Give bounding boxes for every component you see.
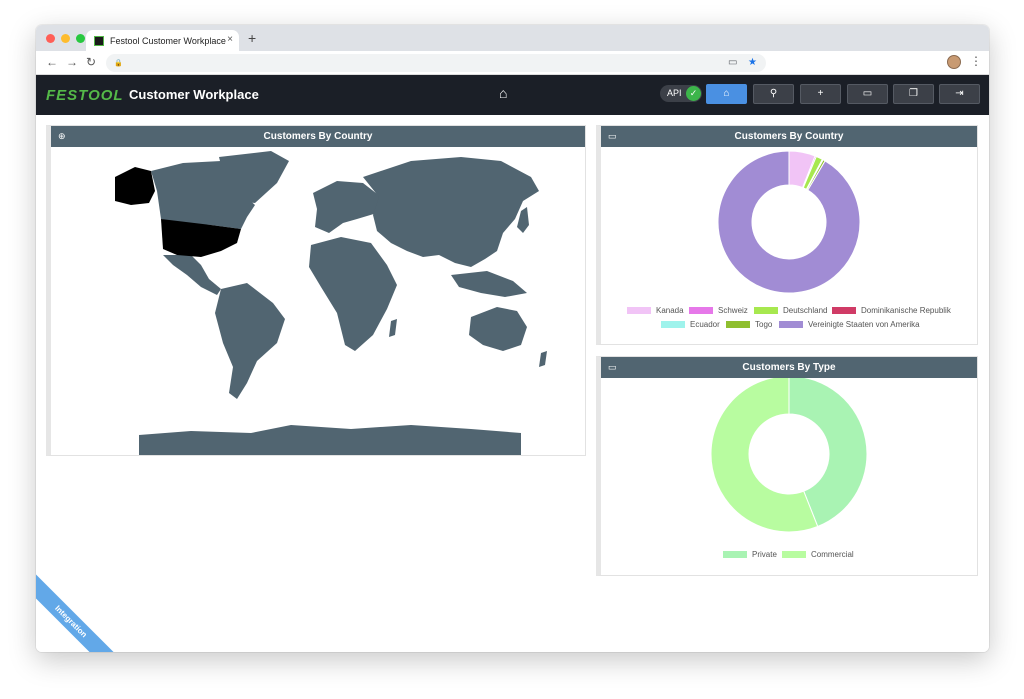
legend-swatch	[689, 307, 713, 314]
bookmark-star-icon[interactable]: ★	[748, 54, 757, 72]
monitor-icon[interactable]: ▭	[608, 357, 617, 378]
plus-icon: +	[817, 88, 824, 99]
address-bar[interactable]: 🔒 ▭ ★	[106, 54, 766, 72]
browser-menu-icon[interactable]: ⋮	[970, 54, 982, 68]
target-icon[interactable]: ⊕	[58, 126, 66, 147]
legend-swatch	[779, 321, 803, 328]
nav-search-button[interactable]: ⚲	[753, 84, 794, 104]
search-icon: ⚲	[769, 88, 778, 99]
check-icon: ✓	[686, 86, 701, 101]
tab-close-icon[interactable]: ×	[227, 34, 233, 45]
new-tab-button[interactable]: +	[248, 30, 256, 46]
monitor-icon: ▭	[862, 88, 873, 99]
nav-logout-button[interactable]: ⇥	[939, 84, 980, 104]
legend-label: Togo	[755, 320, 773, 329]
legend-item[interactable]: Vereinigte Staaten von Amerika	[779, 320, 920, 329]
monitor-icon[interactable]: ▭	[608, 126, 617, 147]
nav-monitor-button[interactable]: ▭	[847, 84, 888, 104]
legend-swatch	[832, 307, 856, 314]
browser-toolbar: ← → ↻ 🔒 ▭ ★ ⋮	[36, 51, 989, 75]
api-status-toggle[interactable]: API ✓	[660, 85, 702, 102]
minimize-window-button[interactable]	[61, 34, 70, 43]
legend-item[interactable]: Schweiz	[689, 306, 748, 315]
australia[interactable]	[469, 307, 527, 351]
browser-tab-bar: Festool Customer Workplace × +	[36, 25, 989, 51]
africa[interactable]	[309, 237, 397, 351]
legend-label: Ecuador	[690, 320, 720, 329]
country-chart-header: ▭ Customers By Country	[601, 126, 977, 147]
dashboard-content: ⊕ Customers By Country ▭ Customers By Co…	[36, 115, 989, 652]
app-header: FESTOOL Customer Workplace ⌂ API ✓ ⌂ ⚲ +…	[36, 75, 989, 115]
api-label: API	[667, 88, 682, 98]
browser-window: Festool Customer Workplace × + ← → ↻ 🔒 ▭…	[36, 25, 989, 652]
legend-item[interactable]: Kanada	[627, 306, 684, 315]
lock-icon: 🔒	[114, 60, 123, 67]
madagascar[interactable]	[389, 319, 397, 337]
country-chart-title: Customers By Country	[734, 131, 844, 142]
map-panel: ⊕ Customers By Country	[46, 125, 586, 456]
legend-swatch	[661, 321, 685, 328]
legend-label: Deutschland	[783, 306, 828, 315]
legend-item[interactable]: Togo	[726, 320, 772, 329]
alaska[interactable]	[115, 167, 155, 205]
nav-add-button[interactable]: +	[800, 84, 841, 104]
legend-label: Vereinigte Staaten von Amerika	[808, 320, 920, 329]
legend-label: Kanada	[656, 306, 684, 315]
legend-label: Private	[752, 550, 777, 559]
country-chart-panel: ▭ Customers By Country Kanada Schweiz Deut…	[596, 125, 978, 345]
home-icon[interactable]: ⌂	[499, 85, 507, 101]
legend-swatch	[782, 551, 806, 558]
mexico-central-america[interactable]	[163, 255, 221, 295]
world-map	[115, 151, 547, 455]
maximize-window-button[interactable]	[76, 34, 85, 43]
legend-item[interactable]: Commercial	[782, 550, 854, 559]
legend-label: Schweiz	[718, 306, 748, 315]
legend-label: Dominikanische Republik	[861, 306, 951, 315]
legend-swatch	[723, 551, 747, 558]
logout-icon: ⇥	[955, 88, 964, 99]
cards-icon: ❐	[909, 88, 918, 99]
festool-favicon-icon	[94, 35, 104, 46]
profile-avatar-icon[interactable]	[947, 55, 961, 69]
south-america[interactable]	[215, 283, 285, 399]
festool-logo[interactable]: FESTOOL	[46, 87, 124, 104]
browser-tab[interactable]: Festool Customer Workplace ×	[86, 30, 239, 51]
slice-vereinigte-staaten-von-amerika[interactable]	[717, 150, 861, 294]
type-chart-header: ▭ Customers By Type	[601, 357, 977, 378]
app-title: Customer Workplace	[129, 87, 259, 102]
world-landmass	[139, 151, 547, 455]
back-arrow-icon[interactable]: ←	[46, 55, 58, 69]
asia[interactable]	[363, 157, 539, 267]
nav-home-button[interactable]: ⌂	[706, 84, 747, 104]
southeast-asia-islands[interactable]	[451, 271, 527, 297]
legend-swatch	[726, 321, 750, 328]
legend-item[interactable]: Ecuador	[661, 320, 720, 329]
antarctica[interactable]	[139, 425, 521, 455]
map-panel-header: ⊕ Customers By Country	[51, 126, 585, 147]
japan[interactable]	[517, 207, 529, 233]
type-chart-panel: ▭ Customers By Type Private Commercial	[596, 356, 978, 576]
close-window-button[interactable]	[46, 34, 55, 43]
type-chart-title: Customers By Type	[742, 362, 836, 373]
legend-label: Commercial	[811, 550, 854, 559]
map-panel-title: Customers By Country	[263, 131, 373, 142]
legend-swatch	[754, 307, 778, 314]
home-icon: ⌂	[723, 88, 730, 99]
cast-icon[interactable]: ▭	[728, 54, 737, 72]
tab-title: Festool Customer Workplace	[110, 35, 226, 46]
legend-item[interactable]: Dominikanische Republik	[832, 306, 951, 315]
reload-icon[interactable]: ↻	[86, 55, 96, 69]
legend-item[interactable]: Deutschland	[754, 306, 827, 315]
new-zealand[interactable]	[539, 351, 547, 367]
integration-ribbon: Integration	[36, 569, 123, 652]
legend-item[interactable]: Private	[723, 550, 777, 559]
legend-swatch	[627, 307, 651, 314]
type-doughnut-chart	[710, 375, 868, 533]
window-controls	[46, 34, 85, 43]
europe[interactable]	[313, 181, 381, 233]
forward-arrow-icon[interactable]: →	[66, 55, 78, 69]
nav-cards-button[interactable]: ❐	[893, 84, 934, 104]
